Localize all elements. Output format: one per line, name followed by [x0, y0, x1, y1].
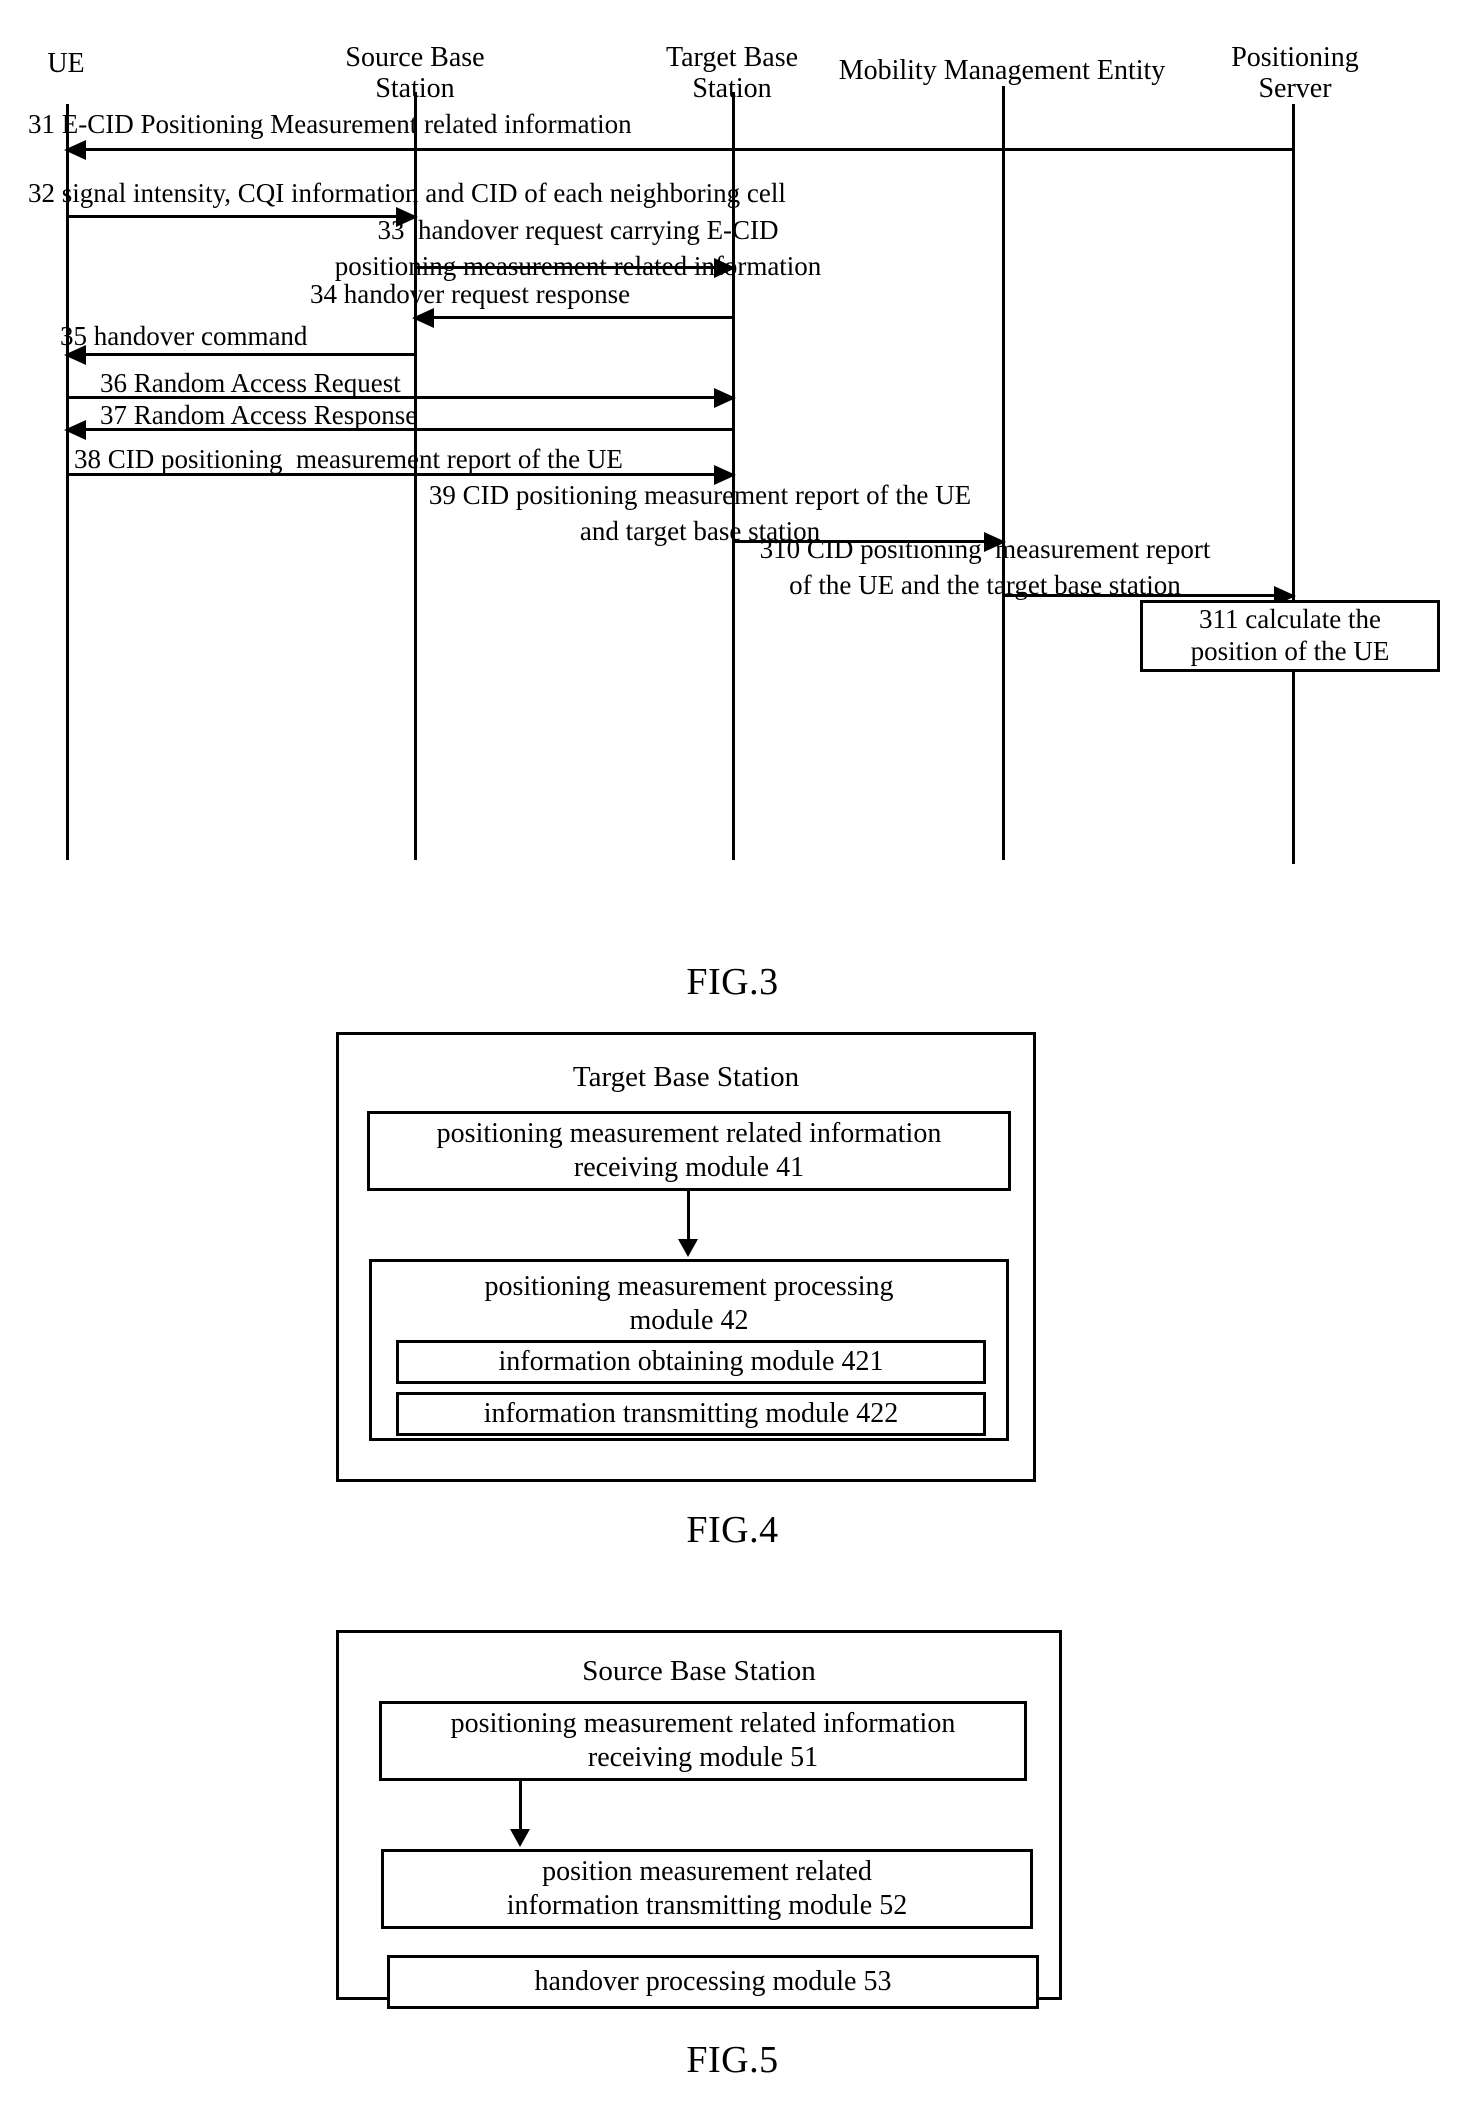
- fig4-connector-arrow-41-to-42: [678, 1191, 698, 1257]
- lifeline-mobility-management-entity: [1002, 86, 1005, 860]
- figure-caption-fig4: FIG.4: [686, 1509, 779, 1551]
- figure-caption-fig3: FIG.3: [686, 961, 779, 1003]
- message-label-38: 38 CID positioning measurement report of…: [74, 444, 623, 474]
- message-arrow-33: [414, 258, 736, 278]
- message-arrow-36: [66, 388, 736, 408]
- fig4-target-base-station-box: Target Base Station positioning measurem…: [336, 1032, 1036, 1482]
- fig4-module-421: information obtaining module 421: [396, 1340, 986, 1384]
- actor-label-ue: UE: [47, 48, 85, 79]
- fig4-module-422: information transmitting module 422: [396, 1392, 986, 1436]
- message-label-37: 37 Random Access Response: [100, 400, 418, 430]
- lifeline-positioning-server: [1292, 104, 1295, 864]
- fig4-module-41: positioning measurement related informat…: [367, 1111, 1011, 1191]
- message-arrow-310: [1002, 586, 1296, 606]
- message-label-35: 35 handover command: [60, 321, 308, 351]
- message-label-32: 32 signal intensity, CQI information and…: [28, 178, 786, 208]
- message-label-31: 31 E-CID Positioning Measurement related…: [28, 109, 632, 139]
- message-arrow-31: [64, 140, 1294, 160]
- fig5-connector-arrow-51-to-52: [510, 1781, 530, 1847]
- fig5-source-base-station-box: Source Base Station positioning measurem…: [336, 1630, 1062, 2009]
- figure-caption-fig5: FIG.5: [686, 2039, 779, 2081]
- message-label-36: 36 Random Access Request: [100, 368, 401, 398]
- note-311-calculate-position: 311 calculate the position of the UE: [1140, 600, 1440, 672]
- actor-label-positioning-server: Positioning Server: [1231, 42, 1359, 105]
- message-label-34: 34 handover request response: [310, 279, 631, 309]
- fig5-module-51: positioning measurement related informat…: [379, 1701, 1027, 1781]
- fig5-module-52: position measurement related information…: [381, 1849, 1033, 1929]
- fig5-outer-title: Source Base Station: [582, 1655, 816, 1687]
- fig5-module-53: handover processing module 53: [387, 1955, 1039, 2009]
- message-arrow-37: [64, 420, 734, 440]
- fig4-module-42: positioning measurement processing modul…: [369, 1259, 1009, 1441]
- message-arrow-38: [66, 465, 736, 485]
- message-arrow-35: [64, 345, 416, 365]
- message-arrow-34: [412, 308, 734, 328]
- message-label-33: 33 handover request carrying E-CID posit…: [334, 215, 822, 282]
- fig4-outer-title: Target Base Station: [572, 1061, 800, 1093]
- actor-label-mobility-management-entity: Mobility Management Entity: [838, 55, 1166, 86]
- patent-figure-page: UE Source Base Station Target Base Stati…: [0, 0, 1465, 2121]
- message-label-310: 310 CID positioning measurement report o…: [759, 534, 1211, 601]
- fig4-module-42-title: positioning measurement processing modul…: [484, 1271, 894, 1336]
